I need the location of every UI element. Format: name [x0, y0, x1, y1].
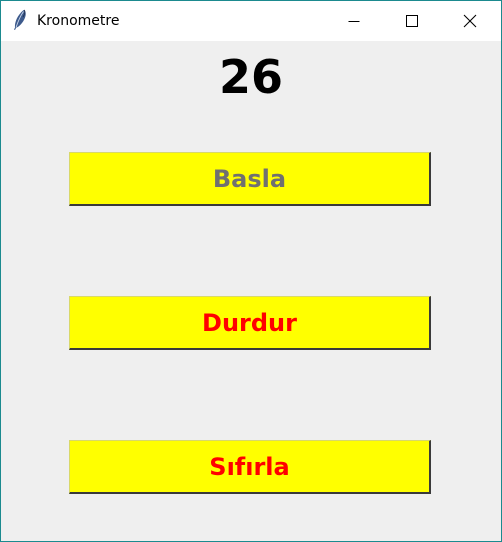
reset-button[interactable]: Sıfırla	[69, 440, 431, 494]
close-button[interactable]	[447, 1, 493, 41]
counter-display: 26	[218, 50, 283, 104]
start-button-label: Basla	[212, 164, 287, 193]
close-icon	[463, 14, 477, 28]
reset-button-label: Sıfırla	[209, 452, 290, 481]
window-title: Kronometre	[37, 13, 120, 29]
title-bar[interactable]: Kronometre	[1, 1, 501, 41]
minimize-icon	[348, 21, 360, 22]
feather-icon	[14, 9, 26, 30]
start-button[interactable]: Basla	[69, 152, 431, 206]
minimize-button[interactable]	[331, 1, 377, 41]
stop-button-label: Durdur	[202, 308, 297, 337]
main-content: 26 Basla Durdur Sıfırla	[1, 41, 501, 541]
maximize-icon	[406, 15, 418, 27]
stop-button[interactable]: Durdur	[69, 296, 431, 350]
app-window: Kronometre 26 Basla Durdur Sıfırla	[0, 0, 502, 542]
maximize-button[interactable]	[389, 1, 435, 41]
